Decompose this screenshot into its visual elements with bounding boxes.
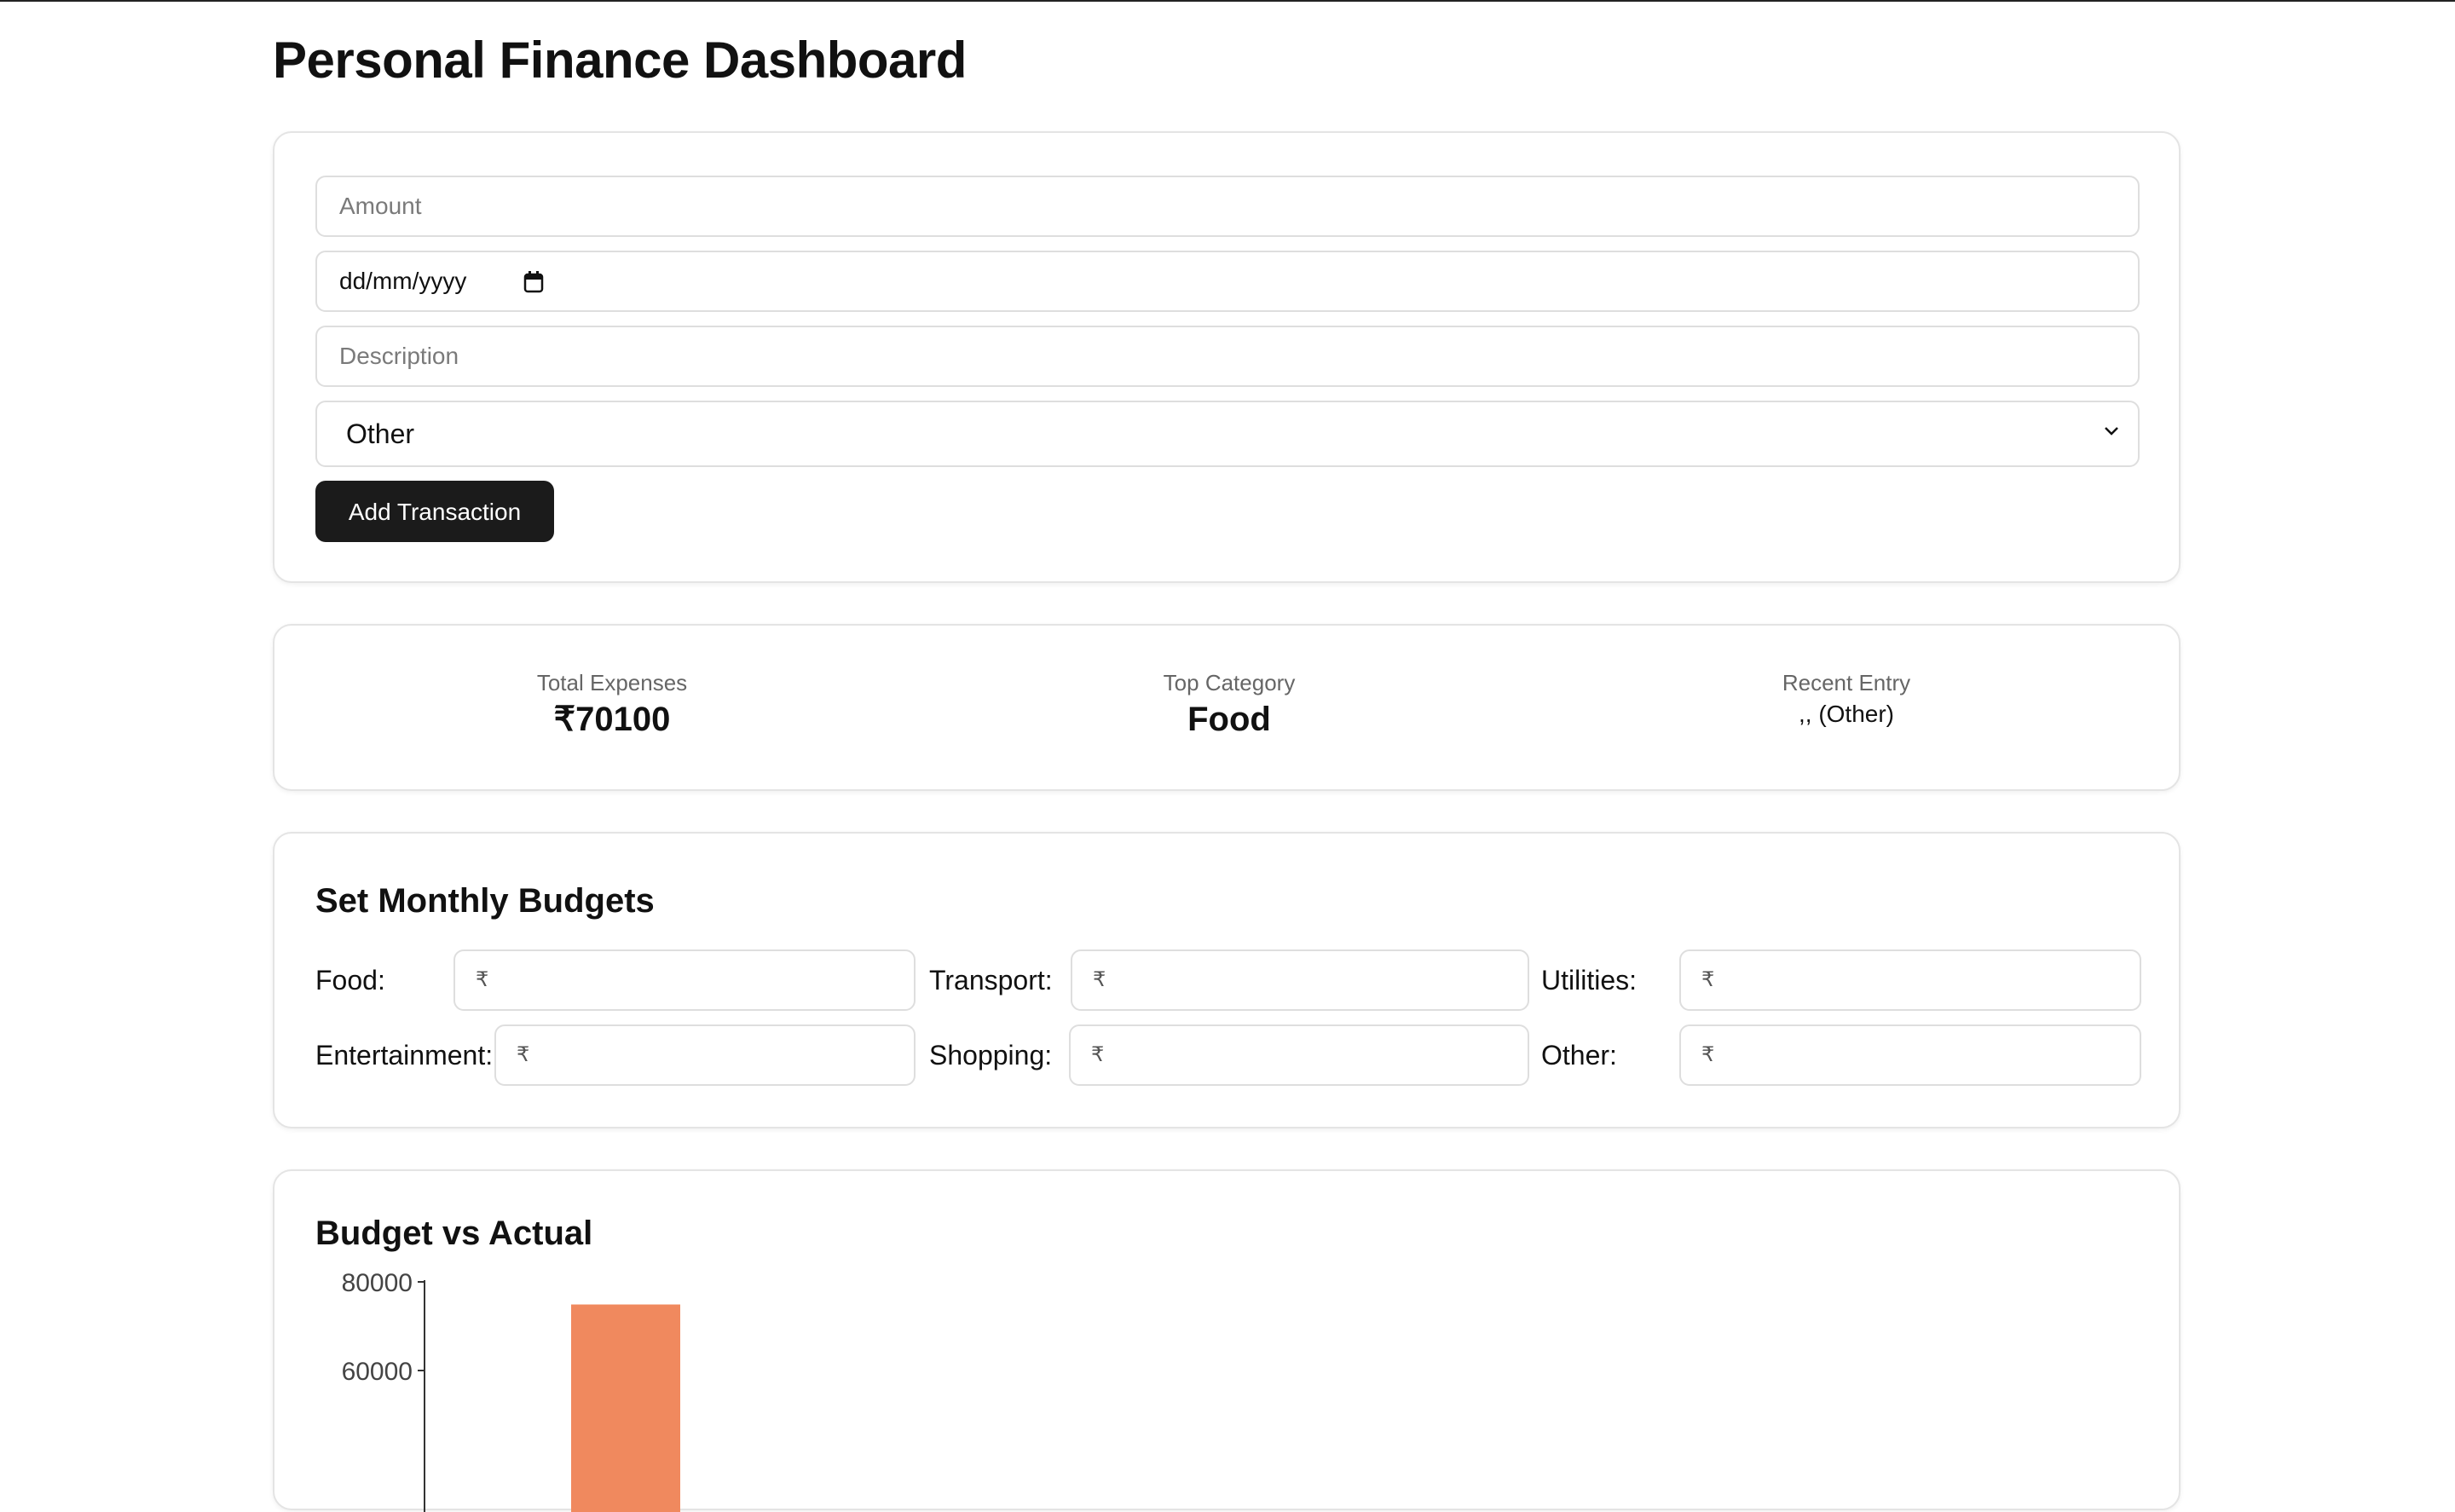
currency-symbol: ₹ bbox=[1701, 968, 1715, 991]
add-transaction-button[interactable]: Add Transaction bbox=[315, 481, 554, 542]
budgets-card: Set Monthly Budgets Food: ₹ Transport: ₹… bbox=[273, 832, 2181, 1128]
category-select[interactable]: Other bbox=[315, 401, 2140, 467]
budget-label-other: Other: bbox=[1541, 1040, 1617, 1071]
y-tick-label: 80000 bbox=[342, 1269, 413, 1297]
currency-symbol: ₹ bbox=[1093, 968, 1106, 991]
total-expenses-label: Total Expenses bbox=[536, 670, 688, 695]
total-expenses-value: ₹70100 bbox=[553, 701, 671, 738]
recent-entry-label: Recent Entry bbox=[1782, 670, 1911, 695]
amount-placeholder: Amount bbox=[339, 193, 422, 219]
budget-input-transport[interactable]: ₹ bbox=[1071, 949, 1529, 1011]
budget-label-entertainment: Entertainment: bbox=[315, 1040, 494, 1071]
budget-input-shopping[interactable]: ₹ bbox=[1069, 1024, 1529, 1086]
budget-label-transport: Transport: bbox=[929, 965, 1053, 995]
chevron-down-icon bbox=[2105, 427, 2118, 436]
summary-card: Total Expenses ₹70100 Top Category Food … bbox=[273, 624, 2181, 791]
currency-symbol: ₹ bbox=[1091, 1043, 1105, 1066]
budget-label-food: Food: bbox=[315, 965, 385, 995]
budget-input-other[interactable]: ₹ bbox=[1679, 1024, 2141, 1086]
amount-input[interactable]: Amount bbox=[315, 176, 2140, 237]
top-category-stat: Top Category Food bbox=[1059, 668, 1400, 740]
currency-symbol: ₹ bbox=[517, 1043, 530, 1066]
top-category-label: Top Category bbox=[1163, 670, 1296, 695]
budgets-title: Set Monthly Budgets bbox=[315, 882, 655, 920]
budget-label-utilities: Utilities: bbox=[1541, 965, 1638, 995]
description-input[interactable]: Description bbox=[315, 326, 2140, 387]
recent-entry-stat: Recent Entry ,, (Other) bbox=[1676, 668, 2017, 730]
recent-entry-value: ,, (Other) bbox=[1798, 701, 1894, 727]
budget-input-utilities[interactable]: ₹ bbox=[1679, 949, 2141, 1011]
budget-input-entertainment[interactable]: ₹ bbox=[494, 1024, 916, 1086]
top-border bbox=[0, 0, 2455, 2]
category-selected-value: Other bbox=[346, 418, 415, 449]
page-title: Personal Finance Dashboard bbox=[273, 32, 967, 89]
total-expenses-stat: Total Expenses ₹70100 bbox=[442, 668, 783, 740]
budget-label-shopping: Shopping: bbox=[929, 1040, 1053, 1071]
transaction-form-card: Amount dd/mm/yyyy Description Other Add … bbox=[273, 131, 2181, 583]
date-placeholder: dd/mm/yyyy bbox=[339, 268, 467, 294]
budget-input-food[interactable]: ₹ bbox=[453, 949, 916, 1011]
date-input[interactable]: dd/mm/yyyy bbox=[315, 251, 2140, 312]
budget-vs-actual-chart: 80000 60000 bbox=[342, 1269, 680, 1512]
y-tick-label: 60000 bbox=[342, 1358, 413, 1386]
calendar-icon[interactable] bbox=[523, 271, 544, 293]
description-placeholder: Description bbox=[339, 343, 459, 369]
chart-bar bbox=[571, 1304, 680, 1512]
currency-symbol: ₹ bbox=[476, 968, 489, 991]
budget-vs-actual-card: Budget vs Actual 80000 60000 bbox=[273, 1169, 2181, 1512]
currency-symbol: ₹ bbox=[1701, 1043, 1715, 1066]
top-category-value: Food bbox=[1187, 701, 1271, 738]
